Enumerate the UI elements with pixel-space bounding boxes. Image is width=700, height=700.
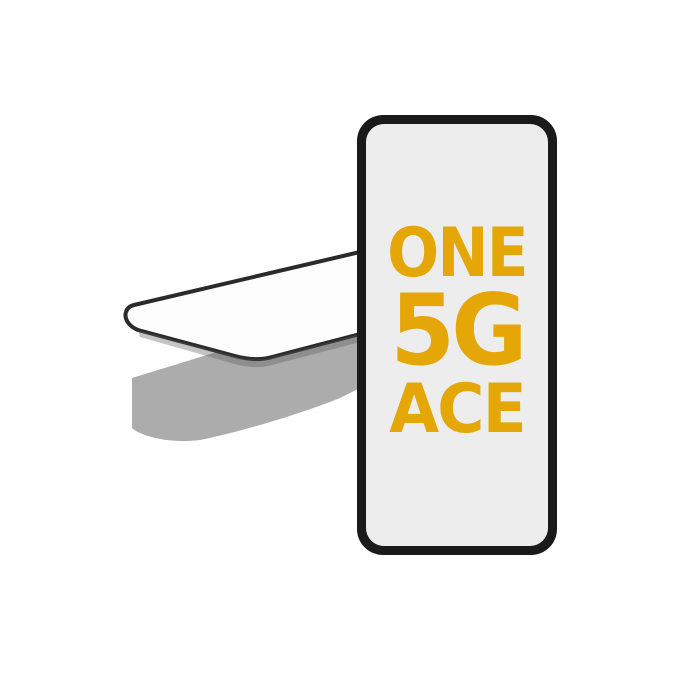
product-image: ONE 5G ACE — [0, 0, 700, 700]
phone-body: ONE 5G ACE — [357, 115, 557, 555]
screen-protector-glass — [123, 250, 362, 362]
screen-text-ace: ACE — [389, 370, 527, 449]
screen-text-5g: 5G — [390, 274, 527, 388]
screen-protector-illustration — [123, 250, 362, 442]
screen-brand-text: ONE 5G ACE — [366, 220, 548, 444]
phone-screen: ONE 5G ACE — [366, 124, 548, 546]
